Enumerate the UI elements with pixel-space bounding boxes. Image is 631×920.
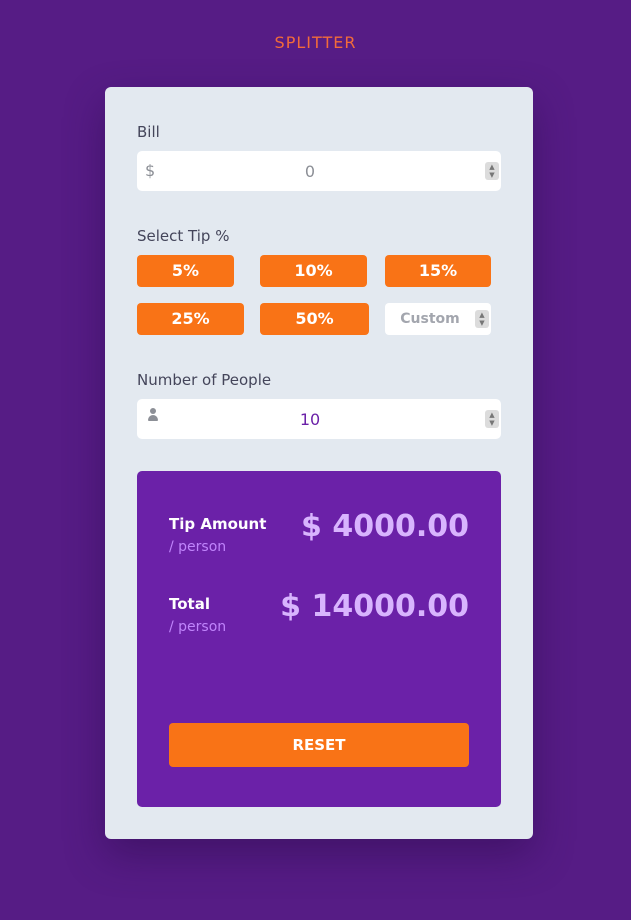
- reset-button[interactable]: RESET: [169, 723, 469, 767]
- custom-tip-input[interactable]: Custom ▲ ▼: [385, 303, 491, 335]
- results-panel: Tip Amount / person $ 4000.00 Total / pe…: [137, 471, 501, 807]
- tip-button-5[interactable]: 5%: [137, 255, 234, 287]
- tip-button-25[interactable]: 25%: [137, 303, 244, 335]
- custom-spinner-icon[interactable]: ▲ ▼: [475, 310, 489, 328]
- total-label: Total: [169, 595, 210, 613]
- total-value: $ 14000.00: [280, 589, 469, 624]
- bill-input[interactable]: $ 0 ▲ ▼: [137, 151, 501, 191]
- bill-value[interactable]: 0: [137, 162, 483, 181]
- people-spinner-icon[interactable]: ▲ ▼: [485, 410, 499, 428]
- bill-spinner-icon[interactable]: ▲ ▼: [485, 162, 499, 180]
- app-title: SPLITTER: [274, 33, 357, 52]
- total-sub: / person: [169, 619, 227, 635]
- people-value[interactable]: 10: [137, 410, 483, 429]
- tip-button-10[interactable]: 10%: [260, 255, 367, 287]
- tip-button-15[interactable]: 15%: [385, 255, 491, 287]
- people-label: Number of People: [137, 371, 272, 389]
- people-input[interactable]: 10 ▲ ▼: [137, 399, 501, 439]
- tip-label: Select Tip %: [137, 227, 230, 245]
- calculator-card: Bill $ 0 ▲ ▼ Select Tip % 5% 10% 15% 25% …: [105, 87, 533, 839]
- tip-amount-sub: / person: [169, 539, 227, 555]
- custom-tip-placeholder: Custom: [400, 311, 460, 327]
- tip-amount-value: $ 4000.00: [301, 509, 469, 544]
- bill-label: Bill: [137, 123, 160, 141]
- tip-button-50[interactable]: 50%: [260, 303, 369, 335]
- tip-amount-label: Tip Amount: [169, 515, 267, 533]
